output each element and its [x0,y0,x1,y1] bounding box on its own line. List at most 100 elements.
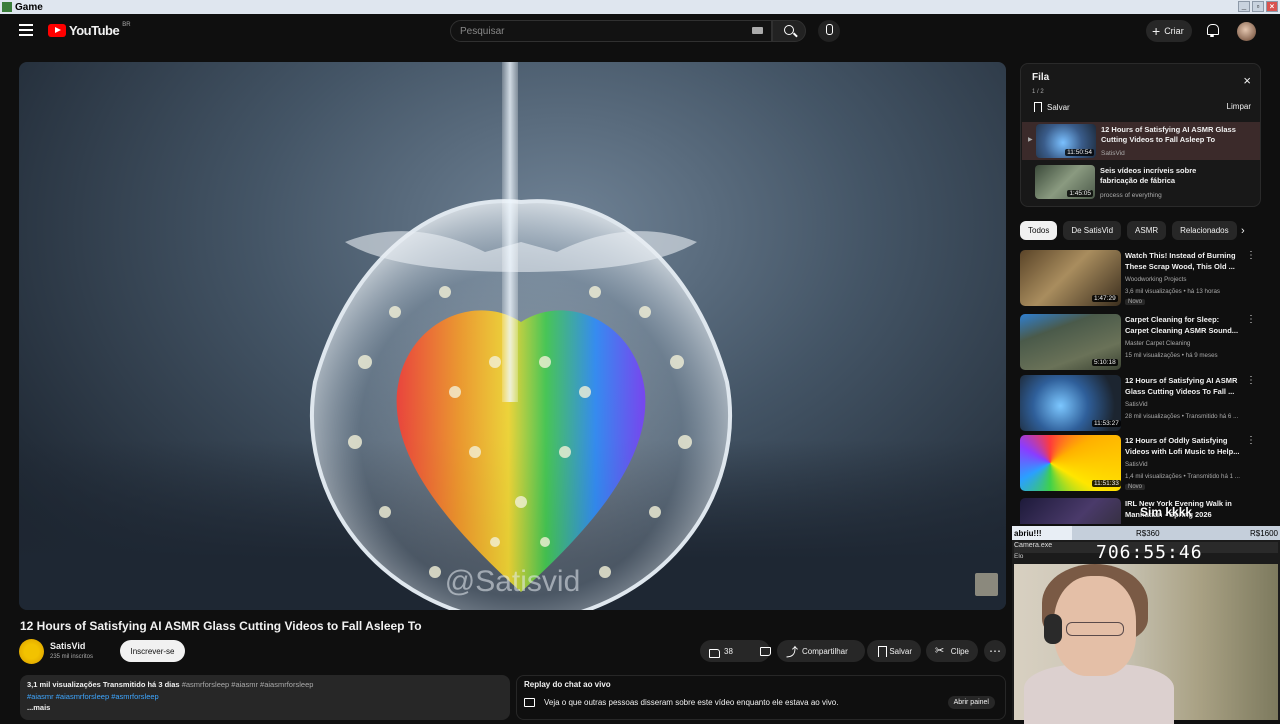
plus-icon: + [1152,23,1161,39]
recommendation-duration: 11:51:33 [1092,480,1121,487]
channel-subscribers: 235 mil inscritos [50,654,94,660]
scissors-icon [935,644,946,657]
menu-icon[interactable] [19,24,33,36]
maximize-button[interactable]: ▫ [1252,1,1264,12]
search-placeholder: Pesquisar [460,25,505,37]
queue-title-line: fabricação de fábrica [1100,176,1176,185]
queue-thumbnail: 11:50:54 [1036,124,1096,158]
recommendation-item[interactable]: 1:47:29 Watch This! Instead of Burning T… [1020,250,1265,306]
like-button[interactable]: 38 [700,640,741,662]
recommendation-title: Carpet Cleaning for Sleep: Carpet Cleani… [1125,314,1250,336]
recommendation-channel: Master Carpet Cleaning [1125,340,1191,347]
channel-avatar[interactable] [19,639,44,664]
webcam-overlay: abriu!!! R$360 R$1600 Camera.exe Elo 706… [1012,526,1280,724]
queue-item[interactable]: ▶ 11:50:54 12 Hours of Satisfying AI ASM… [1022,122,1260,160]
chip-asmr[interactable]: ASMR [1127,221,1167,240]
channel-name[interactable]: SatisVid [50,641,85,651]
bookmark-icon [1034,102,1042,112]
video-title: 12 Hours of Satisfying AI ASMR Glass Cut… [20,619,422,633]
recommendation-duration: 5:10:18 [1092,359,1118,366]
webcam-feed [1014,564,1278,724]
microphone-icon[interactable] [818,20,840,42]
queue-count: 1 / 2 [1032,89,1044,95]
chat-replay-row: Veja o que outras pessoas disseram sobre… [524,698,838,707]
queue-save-label: Salvar [1047,102,1070,112]
recommendation-duration: 11:53:27 [1092,420,1121,427]
chip-from-channel[interactable]: De SatisVid [1063,221,1122,240]
minimize-button[interactable]: _ [1238,1,1250,12]
chat-icon [524,698,535,707]
channel-watermark-icon[interactable] [975,573,998,596]
recommendation-channel: SatisVid [1125,401,1148,408]
streamed-date: Transmitido há 3 dias [102,680,180,689]
share-icon [786,643,798,660]
description-tags-1: #asmrforsleep #aiasmr #aiasmrforsleep [181,680,314,689]
more-vert-icon[interactable]: ⋮ [1246,250,1256,261]
queue-item-channel: SatisVid [1101,150,1125,157]
title-line: 12 Hours of Oddly Satisfying [1125,436,1228,445]
save-label: Salvar [889,646,912,656]
recommendation-item[interactable]: 11:53:27 12 Hours of Satisfying AI ASMR … [1020,375,1265,431]
chevron-right-icon[interactable]: › [1241,225,1245,237]
save-button[interactable]: Salvar [867,640,921,662]
description-box[interactable]: 3,1 mil visualizações Transmitido há 3 d… [20,675,510,720]
stream-caption: Sim kkkk [1140,505,1193,519]
new-badge: Novo [1125,299,1146,305]
youtube-logo[interactable]: YouTube BR [48,22,131,38]
queue-clear-button[interactable]: Limpar [1227,102,1251,111]
recommendation-title: 12 Hours of Oddly Satisfying Videos with… [1125,435,1250,457]
glasses [1066,622,1124,636]
queue-item-title: 12 Hours of Satisfying AI ASMR Glass Cut… [1101,125,1236,145]
subscribe-button[interactable]: Inscrever-se [120,640,185,662]
like-dislike-group: 38 [700,640,771,662]
masthead: YouTube BR Pesquisar + Criar [0,14,1280,48]
queue-item[interactable]: 1:45:05 Seis vídeos incríveis sobre fabr… [1035,163,1260,201]
glass-cutter-stream [502,62,518,402]
chip-related[interactable]: Relacionados [1172,221,1237,240]
recommendation-title: Watch This! Instead of Burning These Scr… [1125,250,1250,272]
title-line: Watch This! Instead of Burning [1125,251,1236,260]
chat-replay-text: Veja o que outras pessoas disseram sobre… [544,698,839,707]
title-line: Carpet Cleaning ASMR Sound... [1125,326,1239,335]
title-line: Glass Cutting Videos To Fall ... [1125,387,1235,396]
dislike-button[interactable] [751,640,778,662]
queue-title-line: Seis vídeos incríveis sobre [1100,166,1197,175]
chip-all[interactable]: Todos [1020,221,1058,240]
stream-timer: 706:55:46 [1096,542,1203,563]
recommendation-item[interactable]: 11:51:33 12 Hours of Oddly Satisfying Vi… [1020,435,1265,491]
keyboard-icon[interactable] [752,27,763,34]
more-vert-icon[interactable]: ⋮ [1246,375,1256,386]
queue-title: Fila [1032,72,1050,83]
headset-icon [1044,614,1062,644]
queue-thumbnail: 1:45:05 [1035,165,1095,199]
close-window-button[interactable]: × [1266,1,1278,12]
close-queue-icon[interactable]: × [1243,74,1251,87]
more-vert-icon[interactable]: ⋮ [1246,435,1256,446]
view-count: 3,1 mil visualizações [27,680,101,689]
title-line: Carpet Cleaning for Sleep: [1125,315,1220,324]
chat-replay-title: Replay do chat ao vivo [524,680,611,689]
queue-save-button[interactable]: Salvar [1034,102,1070,112]
recommendation-item[interactable]: 5:10:18 Carpet Cleaning for Sleep: Carpe… [1020,314,1265,370]
more-actions-button[interactable]: ⋯ [984,640,1006,662]
new-badge: Novo [1125,484,1146,490]
queue-item-title: Seis vídeos incríveis sobre fabricação d… [1100,166,1196,186]
share-button[interactable]: Compartilhar [777,640,865,662]
video-player[interactable]: @Satisvid [19,62,1006,610]
title-line: These Scrap Wood, This Old ... [1125,262,1235,271]
queue-title-line: 12 Hours of Satisfying AI ASMR Glass [1101,125,1236,134]
clip-button[interactable]: Clipe [926,640,978,662]
user-avatar[interactable] [1237,22,1256,41]
description-tags-2[interactable]: #aiasmr #aiasmrforsleep #asmrforsleep [27,691,503,703]
window-title-bar: Game _ ▫ × [0,0,1280,14]
camera-window-subtitle: Elo [1014,553,1024,560]
more-vert-icon[interactable]: ⋮ [1246,314,1256,325]
notifications-bell-icon[interactable] [1206,23,1219,37]
show-more-link[interactable]: ...mais [27,702,503,714]
create-button[interactable]: + Criar [1146,20,1192,42]
open-panel-button[interactable]: Abrir painel [947,696,995,709]
recommendation-meta: 3,6 mil visualizações • há 13 horas [1125,288,1221,295]
search-input[interactable]: Pesquisar [450,20,772,42]
logo-text: YouTube [69,23,120,38]
search-button[interactable] [772,20,806,42]
